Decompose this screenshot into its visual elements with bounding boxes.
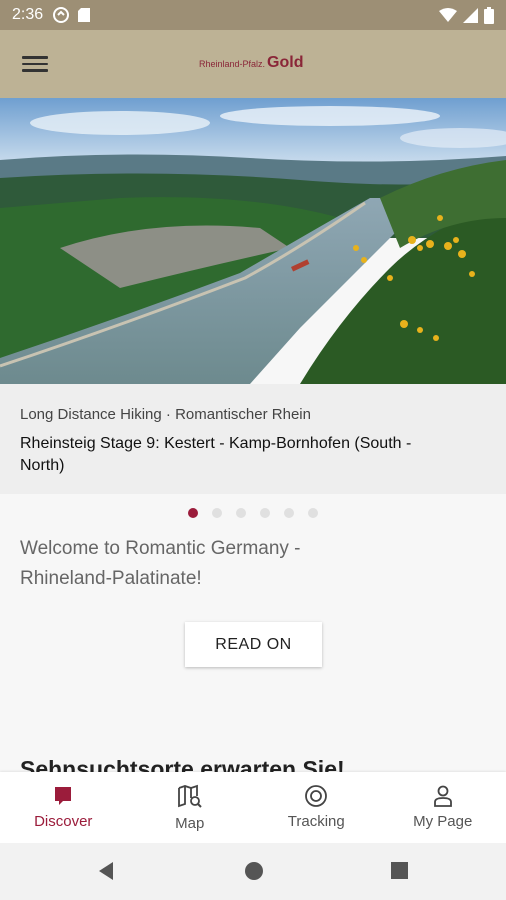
read-on-button[interactable]: READ ON (185, 622, 322, 667)
carousel-dot[interactable] (308, 508, 318, 518)
nav-tracking[interactable]: Tracking (253, 772, 380, 843)
nav-my-page[interactable]: My Page (380, 772, 506, 843)
carousel-dot[interactable] (188, 508, 198, 518)
recents-icon[interactable] (390, 861, 409, 880)
hero-title: Rheinsteig Stage 9: Kestert - Kamp-Bornh… (20, 435, 412, 474)
wifi-icon (439, 7, 457, 22)
sync-icon (53, 7, 70, 23)
hero-caption[interactable]: Long Distance Hiking · Romantischer Rhei… (0, 384, 506, 494)
nav-discover[interactable]: Discover (0, 772, 127, 843)
nav-label-map: Map (175, 815, 205, 832)
logo-big-text: Gold (267, 54, 304, 71)
carousel-dot[interactable] (212, 508, 222, 518)
status-time: 2:36 (12, 6, 44, 23)
hero-image[interactable] (0, 98, 506, 384)
battery-icon (484, 6, 494, 24)
carousel-dot[interactable] (284, 508, 294, 518)
app-bar: Rheinland-Pfalz. Gold (0, 30, 506, 98)
carousel-dot[interactable] (236, 508, 246, 518)
carousel-dot[interactable] (260, 508, 270, 518)
tracking-icon (305, 785, 328, 807)
home-icon[interactable] (244, 861, 264, 881)
back-icon[interactable] (96, 861, 116, 881)
map-search-icon (177, 784, 202, 808)
rhine-valley-image (0, 98, 506, 384)
nav-label-tracking: Tracking (287, 813, 345, 830)
hero-category: Long Distance Hiking · Romantischer Rhei… (20, 406, 311, 423)
sd-card-icon (78, 8, 91, 22)
bottom-navigation: Discover Map Tracking My Page (0, 772, 506, 843)
nav-label-my-page: My Page (413, 813, 473, 830)
person-icon (433, 785, 452, 807)
carousel-indicator (0, 508, 506, 518)
hamburger-menu-icon[interactable] (22, 53, 48, 75)
logo-small-text: Rheinland-Pfalz. (199, 59, 266, 69)
discover-icon (55, 787, 72, 805)
nav-label-discover: Discover (34, 813, 93, 830)
status-bar: 2:36 (0, 0, 506, 30)
welcome-text: Welcome to Romantic Germany - Rhineland-… (20, 538, 301, 589)
system-navigation-bar (0, 843, 506, 900)
signal-icon (463, 7, 478, 23)
app-logo: Rheinland-Pfalz. Gold (199, 54, 303, 72)
nav-map[interactable]: Map (127, 772, 254, 843)
